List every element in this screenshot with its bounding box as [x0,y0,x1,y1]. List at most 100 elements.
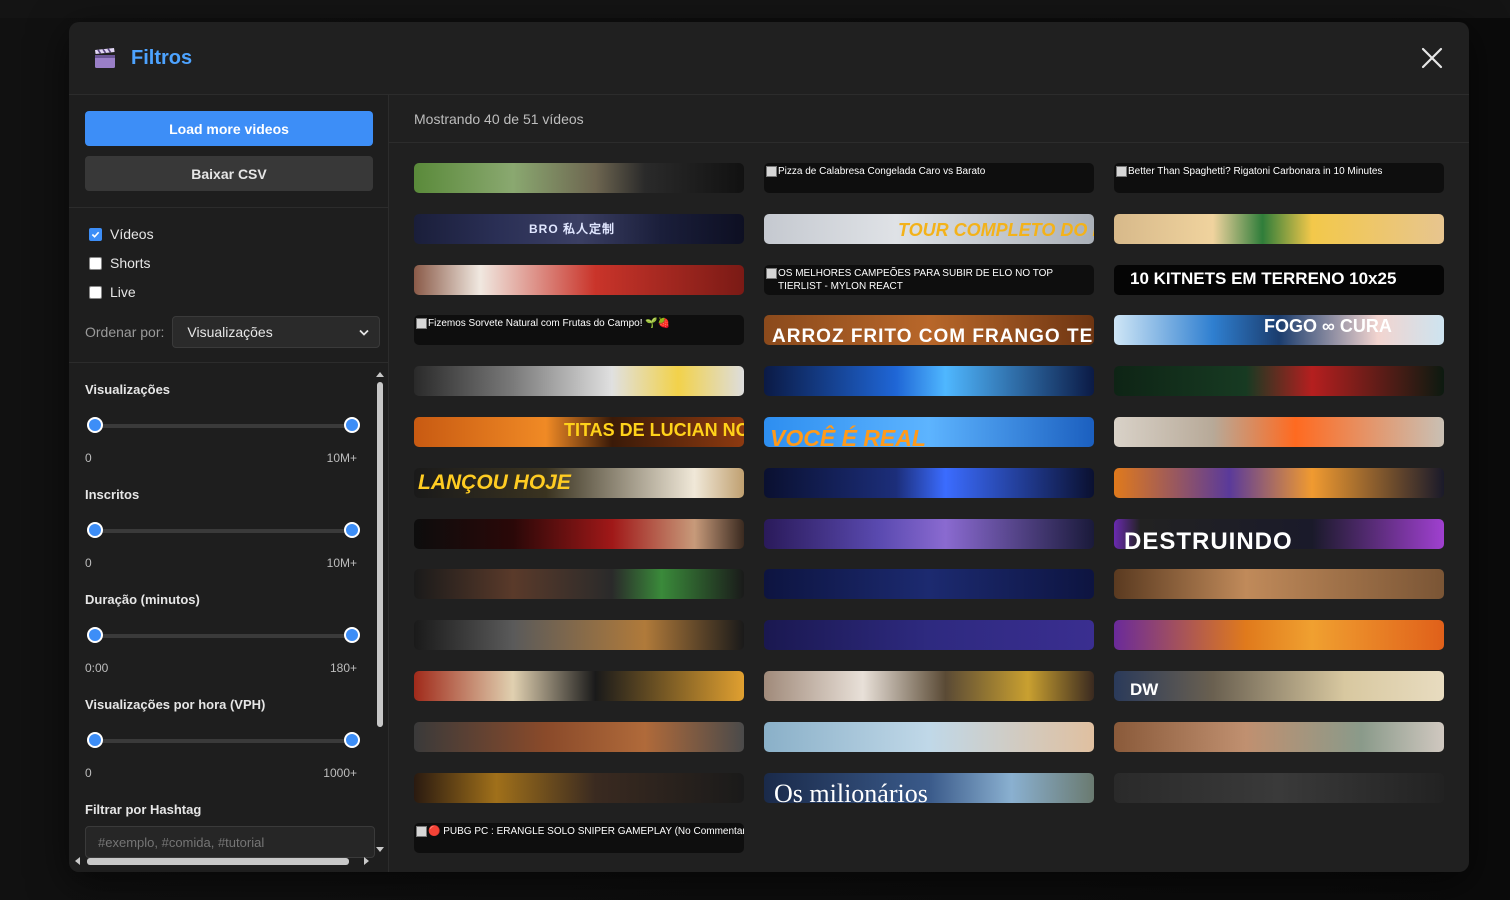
thumbnail-text: TOUR COMPLETO DO NOSSO [898,220,1094,240]
download-csv-button[interactable]: Baixar CSV [85,156,373,191]
video-card[interactable] [764,569,1094,599]
video-card[interactable] [414,773,744,803]
video-card[interactable]: VOCÊ É REAL [764,417,1094,447]
order-by-value: Visualizações [187,324,273,340]
hashtag-input[interactable] [85,826,375,858]
live-checkbox[interactable] [89,285,102,299]
duration-max-handle[interactable] [344,627,360,643]
video-card[interactable] [414,620,744,650]
thumbnail-text: ARROZ FRITO COM FRANGO TERIYAKI [772,326,1094,345]
video-card[interactable] [414,265,744,295]
modal-title: Filtros [131,46,193,69]
scroll-right-arrow-icon[interactable] [363,856,371,866]
thumbnail-text: BRO 私人定制 [529,222,616,236]
video-card[interactable] [764,468,1094,498]
thumbnail-text: FOGO ∞ CURA [1264,316,1392,336]
video-card[interactable] [414,519,744,549]
vph-min-label: 0 [85,766,92,780]
video-card[interactable]: FOGO ∞ CURA [1114,315,1444,345]
vph-max-handle[interactable] [344,732,360,748]
video-card[interactable]: 10 KITNETS EM TERRENO 10x25 [1114,265,1444,295]
video-card[interactable]: DESTRUINDO [1114,519,1444,549]
videos-checkbox-row[interactable]: Vídeos [89,226,154,242]
video-thumbnail-alt-text: Pizza de Calabresa Congelada Caro vs Bar… [778,166,986,177]
video-card[interactable] [764,620,1094,650]
duration-min-handle[interactable] [87,627,103,643]
video-card[interactable] [1114,468,1444,498]
scroll-down-arrow-icon[interactable] [375,846,385,854]
views-min-handle[interactable] [87,417,103,433]
filter-title: Visualizações [85,382,171,397]
sidebar-divider [69,207,389,208]
vph-min-handle[interactable] [87,732,103,748]
video-card[interactable] [764,519,1094,549]
video-card[interactable]: Pizza de Calabresa Congelada Caro vs Bar… [764,163,1094,193]
thumbnail-text: DW [1130,680,1159,699]
video-card[interactable]: BRO 私人定制 [414,214,744,244]
video-card[interactable]: OS MELHORES CAMPEÕES PARA SUBIR DE ELO N… [764,265,1094,295]
video-card[interactable] [1114,214,1444,244]
order-by-select[interactable]: Visualizações [172,316,381,348]
subscribers-slider-track[interactable] [95,529,352,533]
close-icon[interactable] [1421,47,1443,69]
views-slider-track[interactable] [95,424,352,428]
scrollbar-thumb[interactable] [87,858,349,865]
filter-title: Inscritos [85,487,140,502]
subscribers-min-label: 0 [85,556,92,570]
sidebar-vertical-scrollbar[interactable] [375,370,385,860]
video-card[interactable]: TITAS DE LUCIAN NO INHOUSE! [414,417,744,447]
video-card[interactable] [764,671,1094,701]
video-thumbnail-alt-text: OS MELHORES CAMPEÕES PARA SUBIR DE ELO N… [778,268,1053,292]
subscribers-max-handle[interactable] [344,522,360,538]
video-card[interactable]: Fizemos Sorvete Natural com Frutas do Ca… [414,315,744,345]
broken-image-icon [1116,166,1127,177]
load-more-button[interactable]: Load more videos [85,111,373,146]
video-card[interactable] [764,722,1094,752]
video-card[interactable] [1114,620,1444,650]
video-card[interactable]: Better Than Spaghetti? Rigatoni Carbonar… [1114,163,1444,193]
subscribers-max-label: 10M+ [326,556,357,570]
clapperboard-icon [95,48,115,68]
live-checkbox-row[interactable]: Live [89,284,136,300]
shorts-checkbox-row[interactable]: Shorts [89,255,150,271]
duration-slider-track[interactable] [95,634,352,638]
shorts-checkbox[interactable] [89,256,102,270]
video-card[interactable]: Os milionários [764,773,1094,803]
video-card[interactable]: TOUR COMPLETO DO NOSSO [764,214,1094,244]
broken-image-icon [766,268,777,279]
video-card[interactable] [414,722,744,752]
views-max-label: 10M+ [326,451,357,465]
video-card[interactable]: 🔴 PUBG PC : ERANGLE SOLO SNIPER GAMEPLAY… [414,823,744,853]
modal-header: Filtros [69,22,1469,95]
video-card[interactable] [414,671,744,701]
video-card[interactable]: DW [1114,671,1444,701]
sidebar-horizontal-scrollbar[interactable] [73,856,373,866]
thumbnail-text: LANÇOU HOJE [418,471,571,494]
videos-checkbox[interactable] [89,227,102,241]
video-thumbnail-alt-text: Better Than Spaghetti? Rigatoni Carbonar… [1128,166,1383,177]
duration-min-label: 0:00 [85,661,109,675]
video-card[interactable]: LANÇOU HOJE [414,468,744,498]
duration-max-label: 180+ [329,661,357,675]
video-card[interactable] [414,569,744,599]
vph-slider-track[interactable] [95,739,352,743]
video-card[interactable] [1114,722,1444,752]
video-card[interactable] [1114,417,1444,447]
scroll-up-arrow-icon[interactable] [375,370,385,378]
video-card[interactable] [414,366,744,396]
scrollbar-thumb[interactable] [377,382,383,727]
order-by-label: Ordenar por: [85,324,165,340]
broken-image-icon [766,166,777,177]
scroll-left-arrow-icon[interactable] [73,856,81,866]
subscribers-min-handle[interactable] [87,522,103,538]
video-card[interactable] [1114,773,1444,803]
video-thumbnail-alt-text: 🔴 PUBG PC : ERANGLE SOLO SNIPER GAMEPLAY… [428,826,744,837]
video-card[interactable]: ARROZ FRITO COM FRANGO TERIYAKI [764,315,1094,345]
thumbnail-text: DESTRUINDO [1124,528,1293,549]
video-card[interactable] [1114,366,1444,396]
video-card[interactable] [764,366,1094,396]
results-header: Mostrando 40 de 51 vídeos [389,95,1469,143]
video-card[interactable] [414,163,744,193]
video-card[interactable] [1114,569,1444,599]
views-max-handle[interactable] [344,417,360,433]
